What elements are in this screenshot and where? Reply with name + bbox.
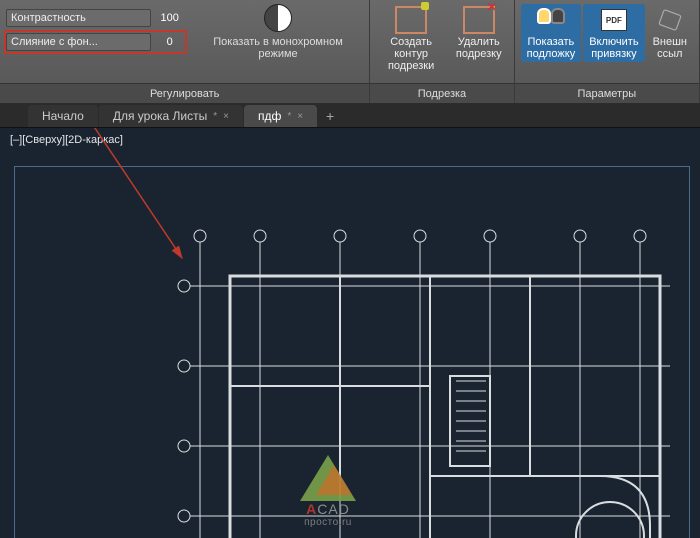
panel-adjust-title: Регулировать xyxy=(0,83,369,103)
ribbon: Контрастность 100 Слияние с фон... 0 Пок… xyxy=(0,0,700,104)
show-underlay-button[interactable]: Показать подложку xyxy=(521,4,582,62)
clip-create-icon xyxy=(395,6,427,34)
tab-label: Для урока Листы xyxy=(113,109,207,123)
tab-label: Начало xyxy=(42,109,84,123)
floor-plan-underlay xyxy=(170,216,690,538)
viewport-label[interactable]: [–][Сверху][2D-каркас] xyxy=(10,134,123,146)
fade-value: 0 xyxy=(155,36,185,48)
bulb-icon xyxy=(535,6,567,34)
tab-start[interactable]: Начало xyxy=(28,105,98,127)
fade-control[interactable]: Слияние с фон... 0 xyxy=(4,30,187,54)
contrast-disc-icon xyxy=(264,4,292,32)
panel-options: Показать подложку PDF Включить привязку … xyxy=(515,0,700,103)
clip-delete-icon xyxy=(463,6,495,34)
delete-clip-label: Удалить подрезку xyxy=(456,36,502,60)
panel-adjust: Контрастность 100 Слияние с фон... 0 Пок… xyxy=(0,0,370,103)
close-icon[interactable]: × xyxy=(223,111,229,122)
panel-clip: Создать контур подрезки Удалить подрезку… xyxy=(370,0,514,103)
tab-lesson-sheets[interactable]: Для урока Листы* × xyxy=(99,105,243,127)
monochrome-label: Показать в монохромном режиме xyxy=(193,36,364,60)
tab-label: пдф xyxy=(258,109,281,123)
create-clip-button[interactable]: Создать контур подрезки xyxy=(376,4,446,74)
contrast-label: Контрастность xyxy=(6,9,151,27)
contrast-control[interactable]: Контрастность 100 xyxy=(6,8,185,28)
enable-snap-label: Включить привязку xyxy=(589,36,638,60)
delete-clip-button[interactable]: Удалить подрезку xyxy=(450,4,508,62)
fade-label: Слияние с фон... xyxy=(6,33,151,51)
link-icon xyxy=(658,9,682,31)
create-clip-label: Создать контур подрезки xyxy=(382,36,440,72)
contrast-value: 100 xyxy=(155,12,185,24)
close-icon[interactable]: × xyxy=(297,111,303,122)
panel-clip-title: Подрезка xyxy=(370,83,513,103)
add-tab-button[interactable]: + xyxy=(318,105,342,127)
drawing-viewport[interactable]: [–][Сверху][2D-каркас] xyxy=(0,128,700,538)
external-refs-button[interactable]: Внешн ссыл xyxy=(647,4,693,62)
enable-snap-button[interactable]: PDF Включить привязку xyxy=(583,4,644,62)
document-tabs: Начало Для урока Листы* × пдф* × + xyxy=(0,104,700,128)
pdf-icon: PDF xyxy=(601,9,627,31)
tab-pdf[interactable]: пдф* × xyxy=(244,105,317,127)
external-refs-label: Внешн ссыл xyxy=(653,36,687,60)
monochrome-toggle[interactable]: Показать в монохромном режиме xyxy=(193,4,364,60)
show-underlay-label: Показать подложку xyxy=(527,36,576,60)
panel-options-title: Параметры xyxy=(515,83,699,103)
